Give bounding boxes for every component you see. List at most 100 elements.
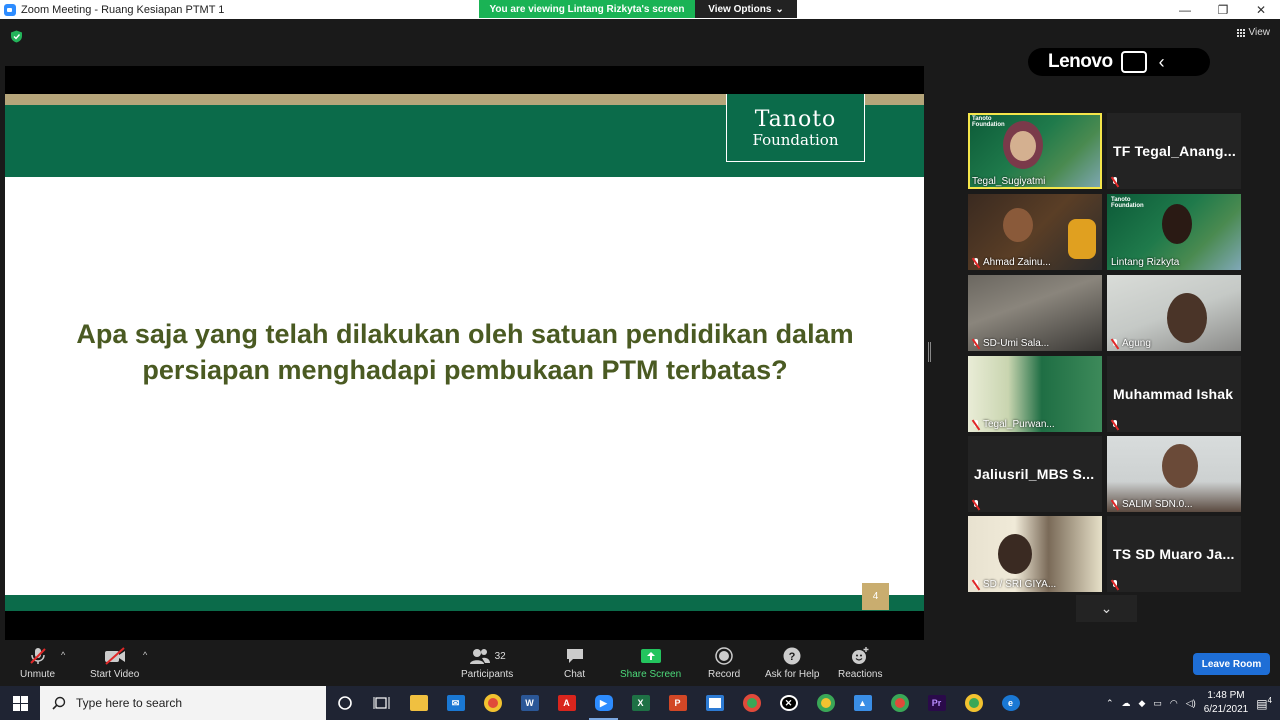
participant-tile[interactable]: Tegal_Purwan... — [968, 356, 1102, 432]
word-icon: W — [520, 695, 539, 711]
logo-line1: Tanoto — [754, 106, 837, 132]
participant-tile[interactable]: Muhammad Ishak — [1107, 356, 1241, 432]
muted-microphone-icon — [29, 648, 46, 664]
mail-app[interactable]: ✉ — [437, 686, 474, 720]
participant-name-label: Tegal_Sugiyatmi — [972, 176, 1046, 187]
participant-name-label: Tegal_Purwan... — [972, 419, 1055, 430]
record-label: Record — [708, 669, 741, 680]
encryption-shield-icon[interactable] — [10, 30, 23, 43]
windows-taskbar: Type here to search ✉ W A ▶ X P ✕ ▲ Pr e… — [0, 686, 1280, 720]
zoom-icon: ▶ — [594, 695, 613, 711]
question-line-1: Apa saja yang telah dilakukan oleh satua… — [76, 319, 854, 349]
reactions-button[interactable]: Reactions — [838, 645, 882, 680]
chevron-down-icon: ⌄ — [775, 3, 784, 15]
onedrive-cloud-icon[interactable]: ☁ — [1121, 698, 1130, 709]
battery-icon[interactable]: ▭ — [1153, 698, 1162, 709]
slide-question: Apa saja yang telah dilakukan oleh satua… — [45, 316, 885, 388]
view-options-button[interactable]: View Options ⌄ — [695, 0, 797, 18]
shield-tray-icon[interactable]: ◆ — [1138, 698, 1145, 709]
notifications-icon[interactable]: ▤4 — [1256, 696, 1272, 711]
share-screen-label: Share Screen — [620, 669, 682, 680]
decorative-logo — [1068, 219, 1096, 259]
xbox-icon: ✕ — [779, 695, 798, 711]
view-button[interactable]: View — [1236, 27, 1270, 38]
show-hidden-icons-caret[interactable]: ⌃ — [1106, 698, 1114, 709]
participant-tile[interactable]: Agung — [1107, 275, 1241, 351]
clock[interactable]: 1:48 PM 6/21/2021 — [1204, 689, 1249, 717]
audio-options-caret[interactable]: ^ — [61, 650, 65, 660]
mail-icon: ✉ — [446, 695, 465, 711]
participant-tile[interactable]: Tanoto Foundation Lintang Rizkyta — [1107, 194, 1241, 270]
share-screen-button[interactable]: Share Screen — [620, 645, 681, 680]
unmute-button[interactable]: Unmute — [20, 645, 55, 680]
powerpoint-icon: P — [668, 695, 687, 711]
participant-face — [998, 534, 1032, 574]
panel-resize-handle[interactable] — [928, 342, 931, 362]
start-button[interactable] — [0, 686, 40, 720]
participant-tile[interactable]: SD-Umi Sala... — [968, 275, 1102, 351]
participant-tile[interactable]: Ahmad Zainu... — [968, 194, 1102, 270]
file-explorer-app[interactable] — [400, 686, 437, 720]
leave-room-button[interactable]: Leave Room — [1193, 653, 1270, 675]
network-icon[interactable]: ◠ — [1170, 698, 1178, 709]
record-icon — [715, 647, 733, 665]
window-app[interactable] — [696, 686, 733, 720]
cortana-button[interactable] — [326, 686, 363, 720]
edge-app[interactable]: e — [992, 686, 1029, 720]
participant-tile[interactable]: SALIM SDN.0... — [1107, 436, 1241, 512]
participant-tile[interactable]: TF Tegal_Anang... — [1107, 113, 1241, 189]
record-button[interactable]: Record — [708, 645, 740, 680]
start-video-button[interactable]: Start Video — [90, 645, 139, 680]
edge-icon: e — [1001, 695, 1020, 711]
task-view-button[interactable] — [363, 686, 400, 720]
minimize-button[interactable]: — — [1166, 0, 1204, 19]
chat-icon — [566, 649, 583, 663]
chrome-app[interactable] — [474, 686, 511, 720]
word-app[interactable]: W — [511, 686, 548, 720]
search-placeholder: Type here to search — [76, 696, 183, 710]
zoom-app[interactable]: ▶ — [585, 686, 622, 720]
chevron-down-icon: ⌄ — [1100, 600, 1113, 616]
tanoto-foundation-logo: Tanoto Foundation — [726, 94, 865, 162]
chrome-profile2-app[interactable] — [807, 686, 844, 720]
close-button[interactable]: ✕ — [1242, 0, 1280, 19]
chrome-icon — [964, 694, 983, 712]
xbox-app[interactable]: ✕ — [770, 686, 807, 720]
muted-mic-icon — [1111, 177, 1119, 187]
participants-button[interactable]: 32 Participants — [461, 645, 513, 680]
excel-app[interactable]: X — [622, 686, 659, 720]
logo-line2: Foundation — [752, 130, 839, 149]
folder-icon — [409, 695, 428, 711]
powerpoint-app[interactable]: P — [659, 686, 696, 720]
notifications-count: 4 — [1267, 695, 1272, 705]
muted-mic-icon — [1111, 580, 1119, 590]
participant-name-label — [1111, 420, 1119, 430]
meeting-toolbar: Unmute ^ Start Video ^ 32 Participants C… — [0, 640, 1280, 686]
participants-label: Participants — [461, 669, 514, 680]
muted-mic-icon — [1111, 420, 1119, 430]
participant-tile[interactable]: TS SD Muaro Ja... — [1107, 516, 1241, 592]
zoom-app-icon — [4, 3, 16, 16]
chrome-icon — [483, 694, 502, 712]
chat-button[interactable]: Chat — [564, 645, 585, 680]
volume-icon[interactable]: ◁) — [1186, 698, 1196, 709]
premiere-app[interactable]: Pr — [918, 686, 955, 720]
gallery-next-page-button[interactable]: ⌄ — [1076, 595, 1137, 622]
ask-for-help-button[interactable]: ? Ask for Help — [765, 645, 819, 680]
participant-tile[interactable]: SD / SRI GIYA... — [968, 516, 1102, 592]
start-video-label: Start Video — [90, 669, 140, 680]
chat-label: Chat — [564, 669, 586, 680]
taskbar-search-box[interactable]: Type here to search — [40, 686, 326, 720]
chevron-left-icon[interactable]: ‹ — [1159, 52, 1165, 73]
acrobat-app[interactable]: A — [548, 686, 585, 720]
participant-tile[interactable]: Tanoto Foundation Tegal_Sugiyatmi — [968, 113, 1102, 189]
photos-app[interactable]: ▲ — [844, 686, 881, 720]
video-off-icon — [104, 647, 125, 665]
video-options-caret[interactable]: ^ — [143, 650, 147, 660]
chrome-profile4-app[interactable] — [955, 686, 992, 720]
chrome-profile3-app[interactable] — [881, 686, 918, 720]
maximize-button[interactable]: ❐ — [1204, 0, 1242, 19]
participant-tile[interactable]: Jaliusril_MBS S... — [968, 436, 1102, 512]
chrome-profile-app[interactable] — [733, 686, 770, 720]
participant-face — [1167, 293, 1207, 343]
